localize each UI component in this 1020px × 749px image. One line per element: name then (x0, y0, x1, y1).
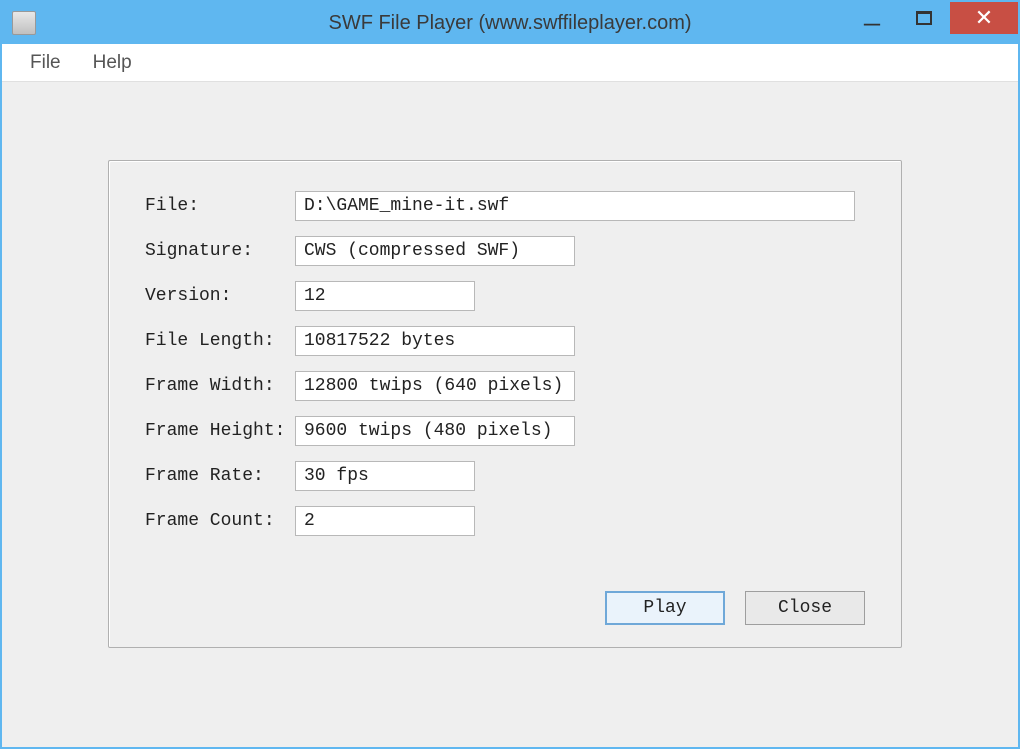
row-version: Version: (145, 281, 865, 311)
menu-file[interactable]: File (14, 46, 77, 80)
input-frame-width[interactable] (295, 371, 575, 401)
label-signature: Signature: (145, 241, 295, 261)
app-window: SWF File Player (www.swffileplayer.com) … (0, 0, 1020, 749)
row-frame-count: Frame Count: (145, 506, 865, 536)
client-area: File: Signature: Version: File Length: F… (2, 82, 1018, 747)
menu-help[interactable]: Help (77, 46, 148, 80)
row-file-length: File Length: (145, 326, 865, 356)
close-button[interactable]: Close (745, 591, 865, 625)
row-signature: Signature: (145, 236, 865, 266)
row-frame-rate: Frame Rate: (145, 461, 865, 491)
input-frame-rate[interactable] (295, 461, 475, 491)
maximize-icon (916, 11, 932, 25)
menubar: File Help (2, 44, 1018, 82)
row-frame-width: Frame Width: (145, 371, 865, 401)
label-file: File: (145, 196, 295, 216)
input-file-length[interactable] (295, 326, 575, 356)
input-file[interactable] (295, 191, 855, 221)
minimize-button[interactable]: _ (846, 2, 898, 34)
input-signature[interactable] (295, 236, 575, 266)
label-file-length: File Length: (145, 331, 295, 351)
row-file: File: (145, 191, 865, 221)
maximize-button[interactable] (898, 2, 950, 34)
label-version: Version: (145, 286, 295, 306)
window-controls: _ ✕ (846, 2, 1018, 44)
swf-info-dialog: File: Signature: Version: File Length: F… (108, 160, 902, 648)
titlebar[interactable]: SWF File Player (www.swffileplayer.com) … (2, 2, 1018, 44)
label-frame-height: Frame Height: (145, 421, 295, 441)
label-frame-width: Frame Width: (145, 376, 295, 396)
input-frame-height[interactable] (295, 416, 575, 446)
input-frame-count[interactable] (295, 506, 475, 536)
close-window-button[interactable]: ✕ (950, 2, 1018, 34)
input-version[interactable] (295, 281, 475, 311)
label-frame-rate: Frame Rate: (145, 466, 295, 486)
dialog-buttons: Play Close (605, 591, 865, 625)
play-button[interactable]: Play (605, 591, 725, 625)
label-frame-count: Frame Count: (145, 511, 295, 531)
row-frame-height: Frame Height: (145, 416, 865, 446)
app-icon (12, 11, 36, 35)
window-title: SWF File Player (www.swffileplayer.com) (328, 12, 691, 35)
